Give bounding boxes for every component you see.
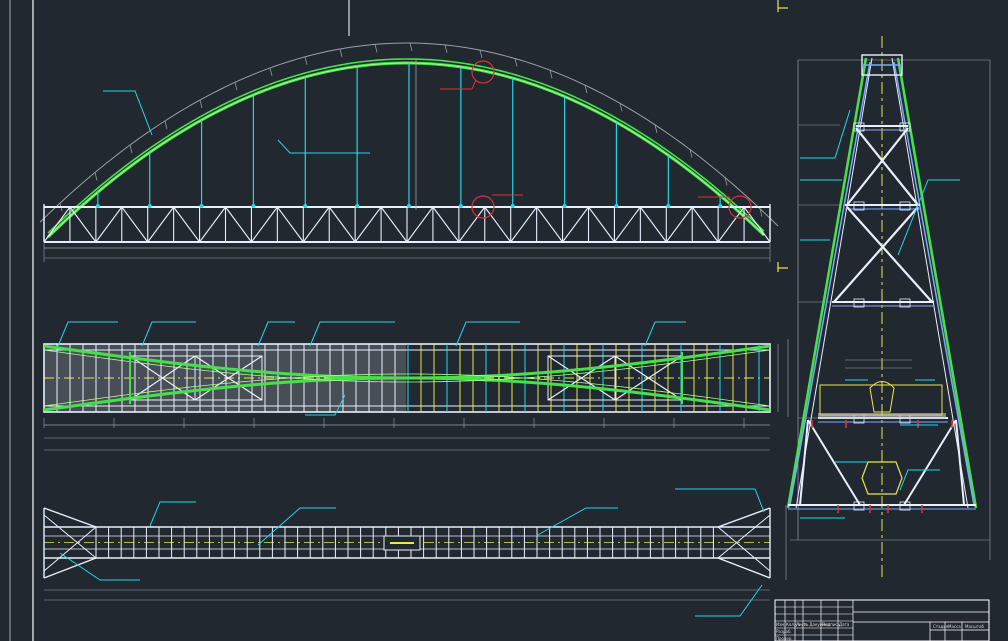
truss-diagonal (665, 206, 693, 243)
leader-line (309, 321, 395, 347)
hanger-node (95, 204, 100, 208)
truss-diagonal (121, 206, 149, 243)
leader-line (455, 321, 520, 347)
dimension-tick (234, 82, 238, 91)
bottom-bracing-view (43, 488, 787, 617)
callout-leader (440, 79, 477, 90)
truss-diagonal (562, 206, 589, 243)
taper-member (43, 557, 97, 579)
truss-diagonal (536, 206, 564, 243)
dimension-tick (479, 49, 483, 59)
title-column-label: Изм. (776, 622, 785, 627)
title-row-label: Провер. (776, 636, 793, 641)
hanger-node (355, 204, 360, 208)
deck-plan-view (43, 321, 789, 451)
truss-diagonal (225, 206, 252, 243)
truss-diagonal (328, 206, 356, 243)
hanger-node (458, 204, 463, 208)
truss-diagonal (250, 206, 278, 243)
truss-diagonal (717, 206, 745, 243)
leader-line (257, 321, 295, 347)
dimension-tick (164, 120, 168, 129)
dimension-tick (129, 144, 133, 154)
hanger-node (251, 204, 256, 208)
dimension-tick (374, 44, 378, 53)
deck-railing (819, 384, 943, 416)
taper-brace (43, 514, 97, 559)
truss-diagonal (199, 206, 226, 243)
dimension-tick (304, 56, 308, 65)
portal-brace (903, 419, 957, 506)
leader-line (149, 501, 196, 527)
truss-diagonal (302, 206, 330, 243)
title-sheet-label: Масштаб (965, 624, 985, 629)
truss-diagonal (406, 206, 434, 243)
arch-rib-lower (46, 61, 766, 239)
hanger-node (303, 204, 308, 208)
hanger-node (510, 204, 515, 208)
truss-diagonal (380, 206, 408, 243)
dimension-tick (444, 44, 448, 54)
hanger-node (562, 204, 567, 208)
truss-diagonal (458, 206, 486, 243)
truss-diagonal (95, 206, 123, 243)
truss-diagonal (276, 206, 304, 243)
title-block: Изм. Кол.учЛист№ ДокументПодпись ДатаРазра… (774, 599, 990, 641)
hanger-node (718, 204, 723, 208)
dimension-tick (199, 99, 203, 109)
leader-line (535, 507, 618, 537)
title-row-label: Разраб. (776, 629, 792, 634)
leader-line (695, 584, 763, 617)
taper-member (717, 557, 771, 579)
arch-leg-inner (893, 61, 975, 506)
truss-diagonal (743, 206, 771, 243)
hanger-node (666, 204, 671, 208)
cad-drawing: Изм. Кол.учЛист№ ДокументПодпись ДатаРазра… (9, 0, 991, 641)
cross-section-view (786, 36, 991, 580)
hanger-node (407, 204, 411, 208)
dimension-tick (269, 67, 273, 77)
deck-slab (818, 413, 946, 419)
dimension-tick (549, 70, 553, 79)
dimension-tick (514, 58, 518, 67)
title-column-label: Дата (839, 622, 850, 627)
truss-diagonal (43, 206, 71, 243)
leader-line (57, 321, 118, 347)
taper-member (717, 507, 771, 528)
truss-diagonal (510, 206, 538, 243)
dimension-tick (409, 42, 413, 52)
taper-brace (717, 514, 771, 559)
title-column-label: Подпись (822, 622, 841, 627)
truss-diagonal (432, 206, 460, 243)
dimension-tick (94, 172, 98, 181)
title-sheet-label: Масса (948, 624, 961, 629)
leader-line (103, 90, 153, 136)
hanger-node (147, 204, 152, 208)
hanger-node (199, 204, 204, 208)
taper-member (43, 507, 97, 528)
truss-diagonal (588, 206, 615, 243)
truss-diagonal (484, 206, 512, 243)
arch-leg-inner (789, 61, 871, 506)
truss-diagonal (639, 206, 667, 243)
truss-diagonal (613, 206, 641, 243)
truss-diagonal (147, 206, 175, 243)
x-brace (833, 206, 919, 303)
leader-line (644, 321, 686, 347)
truss-diagonal (69, 206, 97, 243)
dimension-tick (339, 48, 343, 58)
leader-line (141, 321, 196, 347)
leader-line (277, 139, 370, 154)
leader-line (675, 488, 765, 513)
truss-diagonal (173, 206, 201, 243)
truss-diagonal (691, 206, 719, 243)
title-sheet-label: Стадия (933, 624, 949, 629)
truss-diagonal (354, 206, 382, 243)
hanger-node (614, 204, 619, 208)
arch-elevation-view (39, 0, 788, 272)
leader-line (800, 109, 851, 159)
